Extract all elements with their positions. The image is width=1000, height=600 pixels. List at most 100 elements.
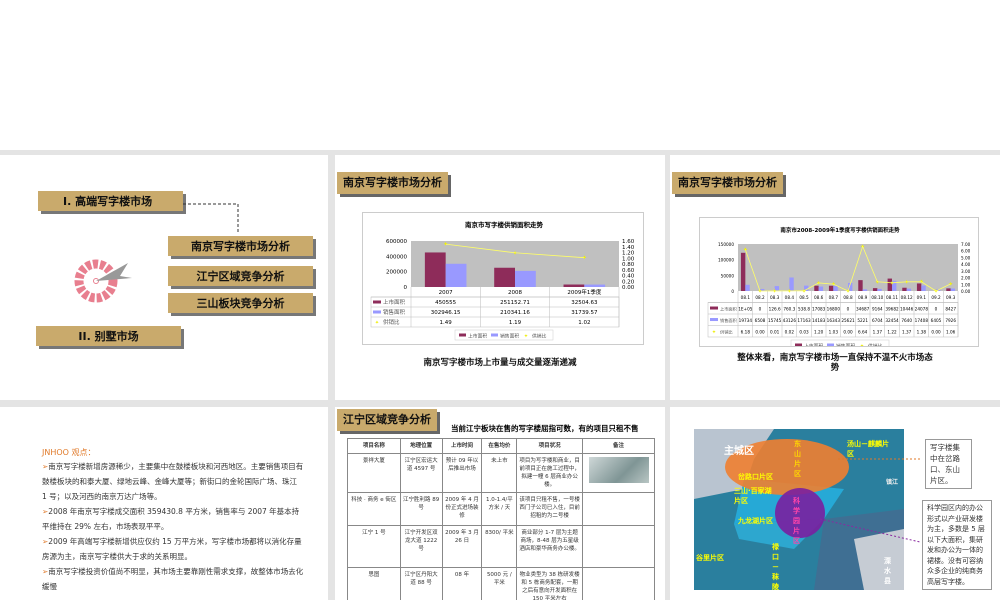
slide-2-thumbnail[interactable]: 南京写字楼市场分析 南京市写字楼供销面积走势 600000 400000 200000… <box>335 155 665 400</box>
bullet-list: ➢南京写字楼新增房源稀少，主要集中在鼓楼板块和河西地区。主要销售项目有鼓楼板块的… <box>42 459 304 594</box>
legend-swatch <box>491 333 498 337</box>
sub-item-sanshan-analysis[interactable]: 三山板块竞争分析 <box>168 293 313 313</box>
blank-top-area <box>0 0 1000 150</box>
section-2-button[interactable]: II. 别墅市场 <box>36 326 181 346</box>
data-label: 0.00 <box>843 330 853 335</box>
cell: 江宁开发区双龙大道 1222 号 <box>399 525 443 568</box>
legend-swatch: ✦ <box>712 330 716 336</box>
data-label: 0 <box>759 307 762 312</box>
sub-item-nanjing-analysis[interactable]: 南京写字楼市场分析 <box>168 236 313 256</box>
data-label: 1.38 <box>917 330 927 335</box>
data-label: 1.02 <box>578 320 590 326</box>
cell <box>582 492 655 526</box>
ratio-point: ✦ <box>933 288 938 295</box>
series-name: 销售面积 <box>720 317 737 324</box>
legend-label: 供销比 <box>868 343 883 348</box>
slide-title: 江宁区域竞争分析 <box>337 409 437 431</box>
ratio-point: ✦ <box>787 288 792 295</box>
x-tick-label: 08.7 <box>829 295 839 300</box>
data-label: 7926 <box>945 318 956 323</box>
cell <box>582 525 655 568</box>
y-tick-label: 400000 <box>386 254 407 260</box>
data-label: 0.01 <box>770 330 780 335</box>
cell <box>582 453 655 493</box>
data-label: 6405 <box>931 318 942 323</box>
bar-sales <box>906 288 912 291</box>
y2-tick-label: 4.00 <box>961 262 971 267</box>
data-label: 31739.57 <box>571 310 598 316</box>
data-label: 6.18 <box>741 330 751 335</box>
bullet-item: ➢南京写字楼投资价值尚不明显，其市场主要靠刚性需求支撑，故整体市场去化缓慢 <box>42 567 304 591</box>
data-label: 32454 <box>885 318 899 323</box>
cell: 江宁区丹阳大道 88 号 <box>399 567 443 600</box>
data-label: 538.8 <box>798 307 810 312</box>
bar-sales <box>745 284 750 291</box>
y2-tick-label: 1.00 <box>961 282 971 287</box>
sub-item-jiangning-analysis[interactable]: 江宁区域竞争分析 <box>168 266 313 286</box>
cell: 科技 · 商务 e 街区 <box>347 492 401 526</box>
legend-swatch: ✦ <box>524 334 528 340</box>
data-label: 6508 <box>755 318 766 323</box>
slide-1-thumbnail[interactable]: I. 高端写字楼市场 南京写字楼市场分析 江宁区域竞争分析 三山板块竞争分析 I… <box>0 155 328 400</box>
data-label: 1.37 <box>902 330 912 335</box>
data-label: 32504.63 <box>571 300 598 306</box>
slide-4-thumbnail[interactable]: JNHOO 观点： ➢南京写字楼新增房源稀少，主要集中在鼓楼板块和河西地区。主要… <box>0 407 328 600</box>
target-dart-icon <box>74 259 132 303</box>
bar-supply <box>902 287 907 291</box>
x-tick-label: 08.2 <box>755 295 765 300</box>
x-tick-label: 08.5 <box>799 295 809 300</box>
col-header: 上市时间 <box>441 438 483 454</box>
callout-office-concentration: 写字楼集中在岔路口、东山片区。 <box>925 439 972 489</box>
table-row: 江宁 1 号 江宁开发区双龙大道 1222 号 2009 年 3 月 26 日 … <box>347 525 655 568</box>
cell: 未上市 <box>481 453 518 493</box>
x-tick-label: 09.3 <box>946 295 956 300</box>
x-tick-label: 08.9 <box>858 295 868 300</box>
ratio-point: ✦ <box>772 288 777 295</box>
y-tick-label: 200000 <box>386 270 407 276</box>
bar-supply <box>424 252 446 287</box>
data-label: 39682 <box>885 307 899 312</box>
slide-subtitle: 当前江宁板块在售的写字楼屈指可数，有的项目只租不售 <box>451 424 639 433</box>
legend-swatch <box>459 333 466 337</box>
legend-swatch <box>373 300 381 304</box>
section-1-button[interactable]: I. 高端写字楼市场 <box>38 191 183 211</box>
bar-sales <box>950 288 956 291</box>
table-row: 思图 江宁区丹阳大道 88 号 08 年 5000 元 / 平米 物业类型为 3… <box>347 567 655 600</box>
slide-3-thumbnail[interactable]: 南京写字楼市场分析 南京市2008-2009年1季度写字楼供销面积走势 15000… <box>670 155 1000 400</box>
cell: 物业类型为 38 栋研发楼和 5 栋商务配套，一期之后有意向开发面积在 150 … <box>516 567 583 600</box>
series-name: 供销比 <box>383 318 400 326</box>
legend-label: 销售面积 <box>836 343 855 348</box>
x-tick-label: 2009年1季度 <box>567 288 601 296</box>
data-label: 1.20 <box>814 330 824 335</box>
x-tick-label: 08.10 <box>871 295 883 300</box>
cell: 预计 09 年以后推出市场 <box>441 453 483 493</box>
data-label: 760.3 <box>783 307 795 312</box>
x-tick-label: 09.1 <box>917 295 927 300</box>
data-label: 6704 <box>872 318 883 323</box>
data-label: 0.00 <box>931 330 941 335</box>
x-tick-label: 08.4 <box>785 295 795 300</box>
slide-5-thumbnail[interactable]: 江宁区域竞争分析 当前江宁板块在售的写字楼屈指可数，有的项目只租不售 项目名称 … <box>335 407 665 600</box>
data-label: 1.06 <box>946 330 956 335</box>
slide-caption-line-2: 势 <box>830 363 840 373</box>
cell: 江宁区宏运大道 4597 号 <box>399 453 443 493</box>
legend-swatch <box>373 310 381 314</box>
bullet-item: ➢2008 年南京写字楼成交面积 359430.8 平方米，销售率与 2007 … <box>42 507 300 531</box>
bar-sales <box>584 284 606 287</box>
cell: 2009 年 3 月 26 日 <box>441 525 483 568</box>
data-label: 1E+05 <box>738 307 752 312</box>
y-tick-label: 600000 <box>386 239 407 245</box>
x-tick-label: 08.3 <box>770 295 780 300</box>
slide-caption: 南京写字楼市场上市量与成交量逐渐递减 <box>423 358 577 368</box>
slide-title: 南京写字楼市场分析 <box>672 172 783 194</box>
y-tick-label: 50000 <box>721 273 735 278</box>
bar-sales <box>862 289 868 291</box>
slide-6-thumbnail[interactable]: 主城区 东山片区 汤山－麒麟片区 岔路口片区 三山·百家湖片区 科学园片区 九龙… <box>670 407 1000 600</box>
cell: 1.0-1.4/平方米 / 天 <box>481 492 518 526</box>
x-tick-label: 08.6 <box>814 295 824 300</box>
x-tick-label: 09.2 <box>931 295 941 300</box>
data-label: 0.00 <box>755 330 765 335</box>
ratio-point: ✦ <box>801 288 806 295</box>
data-label: 17163 <box>797 318 811 323</box>
table-row: 景祥大厦 江宁区宏运大道 4597 号 预计 09 年以后推出市场 未上市 项目… <box>347 453 655 493</box>
